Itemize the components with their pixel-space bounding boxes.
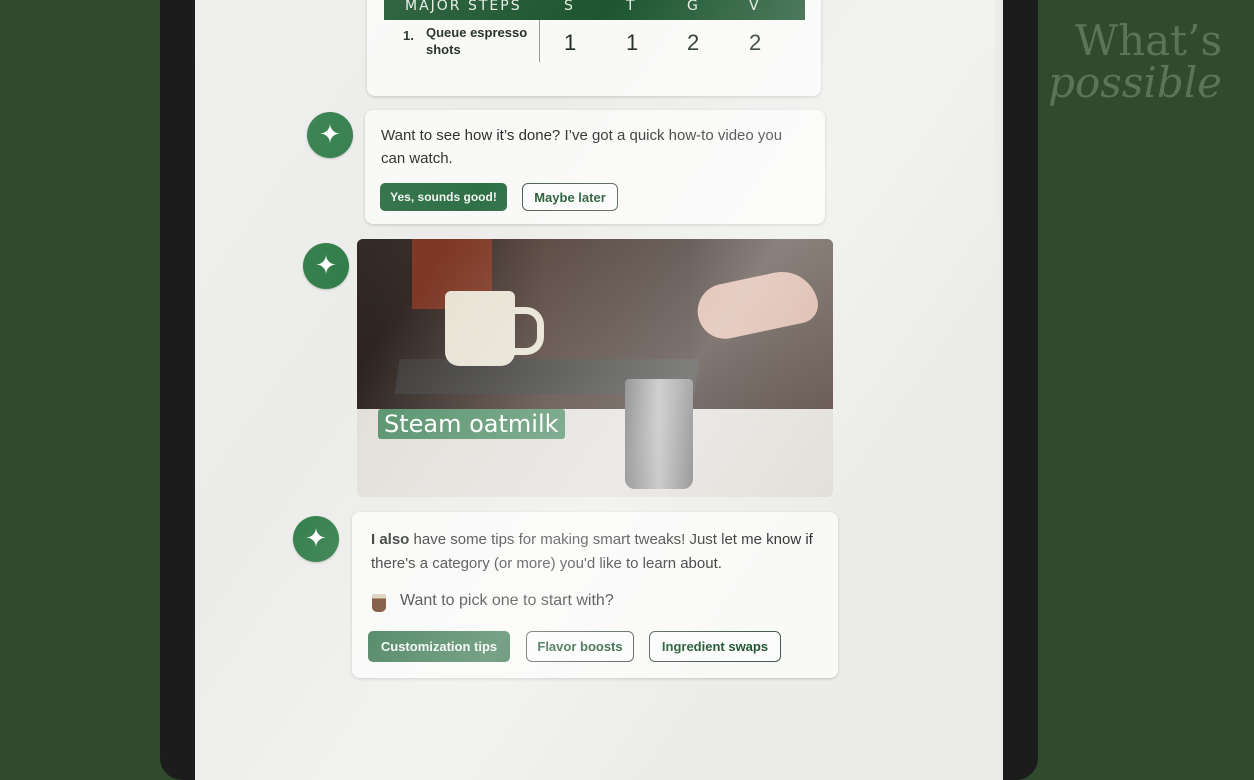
- col-header-g: G: [687, 0, 700, 14]
- ingredient-swaps-chip[interactable]: Ingredient swaps: [649, 631, 781, 662]
- yes-sounds-good-button[interactable]: Yes, sounds good!: [380, 183, 507, 211]
- cell-v: 2: [749, 30, 762, 55]
- row-step: Queue espresso shots: [426, 25, 528, 57]
- table-row: 1. Queue espresso shots 1 1 2 2: [384, 20, 805, 65]
- coffee-cup-icon: [372, 594, 386, 612]
- cell-s: 1: [564, 30, 577, 55]
- video-offer-card: Want to see how it’s done? I’ve got a qu…: [365, 110, 825, 224]
- mug-image: [445, 291, 515, 366]
- cell-g: 2: [687, 30, 700, 55]
- video-caption: Steam oatmilk: [378, 409, 565, 439]
- sparkle-icon: ✦: [307, 112, 353, 158]
- steaming-pitcher-image: [625, 379, 693, 489]
- video-offer-text: Want to see how it’s done? I’ve got a qu…: [381, 127, 783, 167]
- tips-text: I also have some tips for making smart t…: [371, 531, 813, 572]
- watermark-line2: possible: [1048, 58, 1222, 107]
- watermark-line1: What’s: [1074, 16, 1222, 65]
- table-title: MAJOR STEPS: [405, 0, 522, 14]
- maybe-later-button[interactable]: Maybe later: [522, 183, 618, 211]
- row-number: 1.: [403, 28, 414, 43]
- whats-possible-watermark: What’s possible: [1048, 20, 1222, 104]
- sparkle-icon: ✦: [303, 243, 349, 289]
- col-header-v: V: [749, 0, 761, 14]
- how-to-video[interactable]: Steam oatmilk: [357, 239, 833, 497]
- sparkle-icon: ✦: [293, 516, 339, 562]
- customization-tips-chip[interactable]: Customization tips: [368, 631, 510, 662]
- major-steps-table-card: MAJOR STEPS S T G V 1. Queue espresso sh…: [367, 0, 821, 96]
- tips-prompt: Want to pick one to start with?: [400, 592, 614, 609]
- chat-screen: MAJOR STEPS S T G V 1. Queue espresso sh…: [195, 0, 1003, 780]
- flavor-boosts-chip[interactable]: Flavor boosts: [526, 631, 634, 662]
- cell-t: 1: [626, 30, 639, 55]
- col-header-t: T: [626, 0, 637, 14]
- col-header-s: S: [564, 0, 575, 14]
- tips-card: I also have some tips for making smart t…: [352, 512, 838, 678]
- table-header: MAJOR STEPS S T G V: [384, 0, 805, 20]
- column-divider: [539, 20, 540, 62]
